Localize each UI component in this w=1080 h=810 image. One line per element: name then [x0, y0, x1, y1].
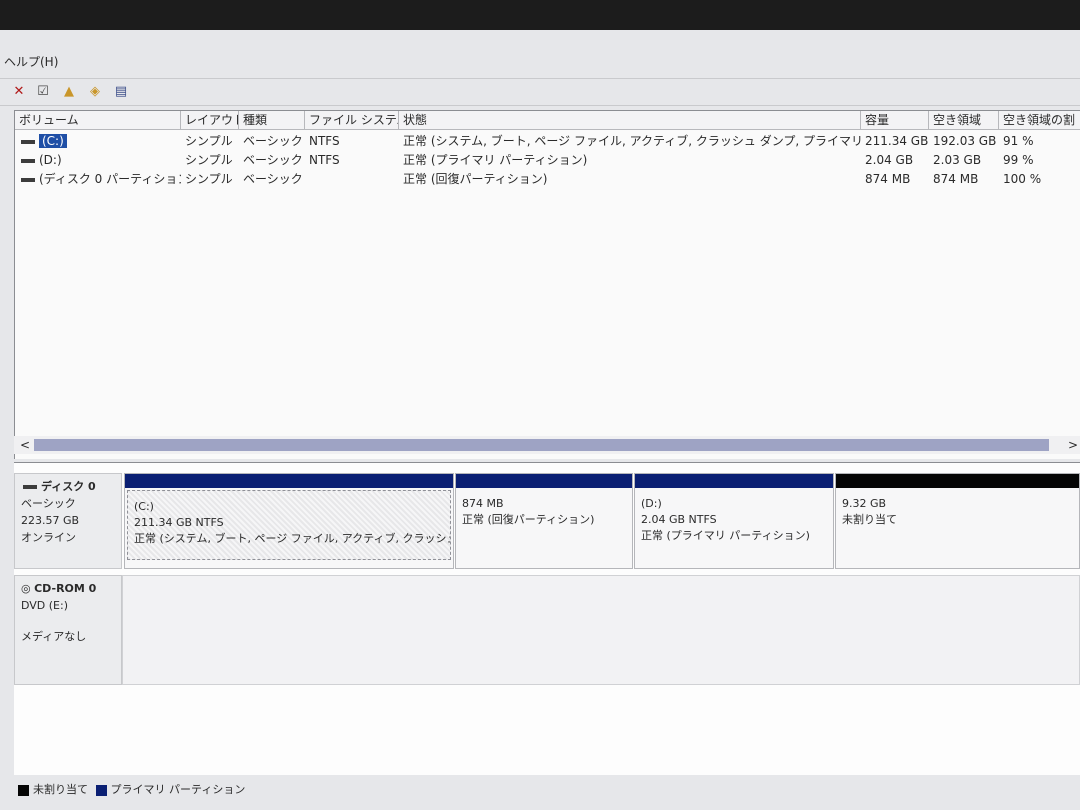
cdrom-icon: ◎	[21, 582, 35, 595]
status-cell: 正常 (プライマリ パーティション)	[403, 153, 588, 167]
volume-icon	[21, 177, 35, 182]
partition-bar	[836, 474, 1079, 488]
header-free-pct[interactable]: 空き領域の割	[999, 111, 1080, 129]
volume-name: (ディスク 0 パーティション 2)	[39, 172, 181, 186]
folder-search-icon[interactable]: ◈	[86, 83, 104, 101]
scrollbar-thumb[interactable]	[34, 439, 1049, 451]
table-row[interactable]: (C:) シンプル ベーシック NTFS 正常 (システム, ブート, ページ …	[15, 132, 1080, 151]
header-type[interactable]: 種類	[239, 111, 305, 129]
disk-0-label[interactable]: ディスク 0 ベーシック 223.57 GB オンライン	[14, 473, 122, 569]
volume-icon	[21, 158, 35, 163]
cdrom-empty-area	[122, 575, 1080, 685]
header-free[interactable]: 空き領域	[929, 111, 999, 129]
free-cell: 2.03 GB	[933, 153, 982, 167]
type-cell: ベーシック	[243, 172, 303, 186]
disk-icon	[23, 485, 37, 489]
disk-size: 223.57 GB	[21, 514, 80, 527]
partition-bar	[635, 474, 833, 488]
scroll-right-icon[interactable]: >	[1068, 436, 1078, 454]
column-header: ボリューム レイアウト 種類 ファイル システム 状態 容量 空き領域 空き領域…	[15, 111, 1080, 130]
partition-size: 874 MB	[462, 497, 504, 510]
cdrom-0-label[interactable]: ◎ CD-ROM 0 DVD (E:) メディアなし	[14, 575, 122, 685]
volume-name: (D:)	[39, 153, 62, 167]
partition-status: 正常 (システム, ブート, ページ ファイル, アクティブ, クラッシュ ダ	[134, 532, 451, 545]
disk-graphical-view: ディスク 0 ベーシック 223.57 GB オンライン (C:) 211.34…	[14, 462, 1080, 775]
free-pct-cell: 91 %	[1003, 134, 1034, 148]
menu-bar: ヘルプ(H)	[0, 50, 1080, 74]
scroll-left-icon[interactable]: <	[20, 436, 30, 454]
partition-recovery[interactable]: 874 MB 正常 (回復パーティション)	[455, 473, 633, 569]
disk-name: ディスク 0	[41, 480, 96, 493]
close-icon[interactable]: ✕	[10, 83, 28, 101]
layout-cell: シンプル	[185, 153, 233, 167]
table-row[interactable]: (D:) シンプル ベーシック NTFS 正常 (プライマリ パーティション) …	[15, 151, 1080, 170]
capacity-cell: 211.34 GB	[865, 134, 929, 148]
partition-c[interactable]: (C:) 211.34 GB NTFS 正常 (システム, ブート, ページ フ…	[124, 473, 454, 569]
cdrom-name: CD-ROM 0	[34, 582, 97, 595]
layout-cell: シンプル	[185, 172, 233, 186]
horizontal-scrollbar[interactable]: < >	[14, 436, 1080, 454]
header-status[interactable]: 状態	[399, 111, 861, 129]
table-row[interactable]: (ディスク 0 パーティション 2) シンプル ベーシック 正常 (回復パーティ…	[15, 170, 1080, 189]
partition-status: 未割り当て	[842, 513, 897, 526]
disk-management-window: ヘルプ(H) ✕ ☑ ▲ ◈ ▤ ボリューム レイアウト 種類 ファイル システ…	[0, 30, 1080, 810]
legend-swatch-unallocated	[18, 784, 29, 796]
free-pct-cell: 99 %	[1003, 153, 1034, 167]
header-capacity[interactable]: 容量	[861, 111, 929, 129]
free-pct-cell: 100 %	[1003, 172, 1042, 186]
toolbar: ✕ ☑ ▲ ◈ ▤	[0, 78, 1080, 106]
properties-icon[interactable]: ▤	[112, 83, 130, 101]
layout-cell: シンプル	[185, 134, 233, 148]
free-cell: 192.03 GB	[933, 134, 997, 148]
partition-size: 2.04 GB NTFS	[641, 513, 717, 526]
partition-title: (D:)	[641, 497, 662, 510]
partition-status: 正常 (プライマリ パーティション)	[641, 529, 810, 542]
check-document-icon[interactable]: ☑	[34, 83, 52, 101]
partition-bar	[125, 474, 453, 488]
menu-help[interactable]: ヘルプ(H)	[0, 55, 58, 69]
partition-title: (C:)	[134, 500, 154, 513]
disk-type: ベーシック	[21, 497, 76, 510]
free-cell: 874 MB	[933, 172, 979, 186]
fs-cell	[305, 170, 399, 189]
partition-d[interactable]: (D:) 2.04 GB NTFS 正常 (プライマリ パーティション)	[634, 473, 834, 569]
partition-status: 正常 (回復パーティション)	[462, 513, 595, 526]
partition-unallocated[interactable]: 9.32 GB 未割り当て	[835, 473, 1080, 569]
status-cell: 正常 (システム, ブート, ページ ファイル, アクティブ, クラッシュ ダン…	[403, 134, 861, 148]
volume-list: ボリューム レイアウト 種類 ファイル システム 状態 容量 空き領域 空き領域…	[14, 110, 1080, 459]
volume-icon	[21, 139, 35, 144]
cdrom-media: メディアなし	[21, 630, 87, 643]
folder-up-icon[interactable]: ▲	[60, 83, 78, 101]
fs-cell: NTFS	[309, 153, 340, 167]
legend: 未割り当て プライマリ パーティション	[18, 780, 245, 800]
header-filesystem[interactable]: ファイル システム	[305, 111, 399, 129]
type-cell: ベーシック	[243, 134, 303, 148]
capacity-cell: 874 MB	[865, 172, 911, 186]
legend-primary: プライマリ パーティション	[110, 783, 246, 796]
header-layout[interactable]: レイアウト	[181, 111, 239, 129]
cdrom-drive: DVD (E:)	[21, 599, 69, 612]
header-volume[interactable]: ボリューム	[15, 111, 181, 129]
legend-swatch-primary	[95, 784, 107, 796]
type-cell: ベーシック	[243, 153, 303, 167]
fs-cell: NTFS	[309, 134, 340, 148]
status-cell: 正常 (回復パーティション)	[403, 172, 548, 186]
legend-unallocated: 未割り当て	[33, 783, 88, 796]
capacity-cell: 2.04 GB	[865, 153, 914, 167]
disk-state: オンライン	[21, 531, 76, 544]
partition-size: 211.34 GB NTFS	[134, 516, 224, 529]
partition-size: 9.32 GB	[842, 497, 887, 510]
partition-bar	[456, 474, 632, 488]
volume-name: (C:)	[39, 134, 67, 148]
